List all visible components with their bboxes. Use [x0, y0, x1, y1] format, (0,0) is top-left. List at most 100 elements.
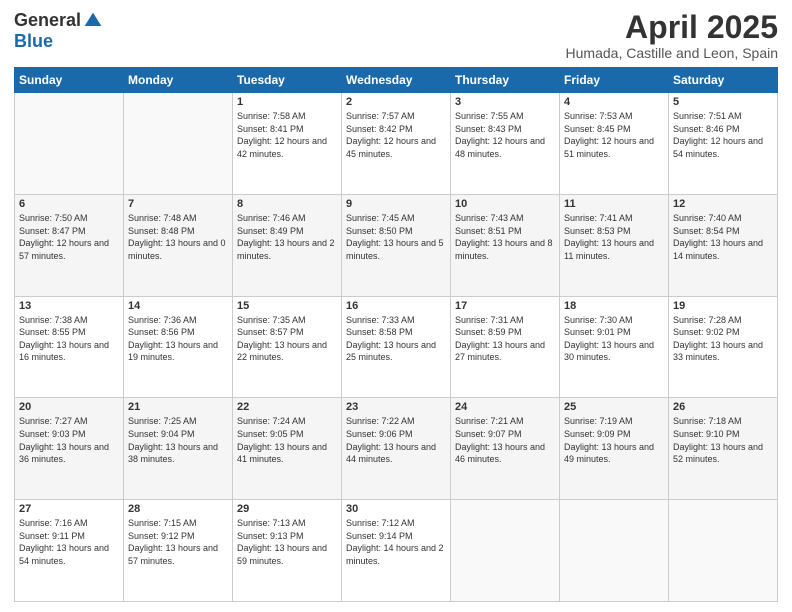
table-row: 23 Sunrise: 7:22 AMSunset: 9:06 PMDayligh…: [342, 398, 451, 500]
day-number: 26: [673, 401, 773, 413]
day-info: Sunrise: 7:24 AMSunset: 9:05 PMDaylight:…: [237, 415, 337, 465]
day-number: 4: [564, 96, 664, 108]
day-number: 19: [673, 300, 773, 312]
day-number: 20: [19, 401, 119, 413]
day-info: Sunrise: 7:33 AMSunset: 8:58 PMDaylight:…: [346, 314, 446, 364]
day-info: Sunrise: 7:35 AMSunset: 8:57 PMDaylight:…: [237, 314, 337, 364]
day-info: Sunrise: 7:16 AMSunset: 9:11 PMDaylight:…: [19, 517, 119, 567]
table-row: 25 Sunrise: 7:19 AMSunset: 9:09 PMDayligh…: [560, 398, 669, 500]
day-number: 2: [346, 96, 446, 108]
header-wednesday: Wednesday: [342, 68, 451, 93]
day-number: 7: [128, 198, 228, 210]
calendar-week-row: 27 Sunrise: 7:16 AMSunset: 9:11 PMDayligh…: [15, 500, 778, 602]
day-number: 13: [19, 300, 119, 312]
page: General Blue April 2025 Humada, Castille…: [0, 0, 792, 612]
day-info: Sunrise: 7:27 AMSunset: 9:03 PMDaylight:…: [19, 415, 119, 465]
table-row: 3Sunrise: 7:55 AMSunset: 8:43 PMDaylight…: [451, 93, 560, 195]
logo-icon: [83, 11, 103, 31]
table-row: [15, 93, 124, 195]
day-number: 5: [673, 96, 773, 108]
table-row: 18 Sunrise: 7:30 AMSunset: 9:01 PMDayligh…: [560, 296, 669, 398]
day-number: 23: [346, 401, 446, 413]
table-row: 6Sunrise: 7:50 AMSunset: 8:47 PMDaylight…: [15, 194, 124, 296]
day-number: 3: [455, 96, 555, 108]
table-row: 17 Sunrise: 7:31 AMSunset: 8:59 PMDayligh…: [451, 296, 560, 398]
day-number: 21: [128, 401, 228, 413]
table-row: 14Sunrise: 7:36 AMSunset: 8:56 PMDayligh…: [124, 296, 233, 398]
table-row: 19 Sunrise: 7:28 AMSunset: 9:02 PMDayligh…: [669, 296, 778, 398]
day-number: 1: [237, 96, 337, 108]
table-row: 2 Sunrise: 7:57 AMSunset: 8:42 PMDaylight…: [342, 93, 451, 195]
calendar-week-row: 20 Sunrise: 7:27 AMSunset: 9:03 PMDayligh…: [15, 398, 778, 500]
day-number: 29: [237, 503, 337, 515]
table-row: 7 Sunrise: 7:48 AMSunset: 8:48 PMDaylight…: [124, 194, 233, 296]
day-info: Sunrise: 7:58 AMSunset: 8:41 PMDaylight:…: [237, 110, 337, 160]
day-info: Sunrise: 7:25 AMSunset: 9:04 PMDaylight:…: [128, 415, 228, 465]
day-info: Sunrise: 7:40 AMSunset: 8:54 PMDaylight:…: [673, 212, 773, 262]
table-row: [669, 500, 778, 602]
day-info: Sunrise: 7:31 AMSunset: 8:59 PMDaylight:…: [455, 314, 555, 364]
day-info: Sunrise: 7:53 AMSunset: 8:45 PMDaylight:…: [564, 110, 664, 160]
day-number: 10: [455, 198, 555, 210]
header-monday: Monday: [124, 68, 233, 93]
calendar: Sunday Monday Tuesday Wednesday Thursday…: [14, 67, 778, 602]
table-row: 28Sunrise: 7:15 AMSunset: 9:12 PMDayligh…: [124, 500, 233, 602]
day-number: 24: [455, 401, 555, 413]
header-sunday: Sunday: [15, 68, 124, 93]
calendar-week-row: 6Sunrise: 7:50 AMSunset: 8:47 PMDaylight…: [15, 194, 778, 296]
location: Humada, Castille and Leon, Spain: [566, 45, 778, 61]
day-info: Sunrise: 7:57 AMSunset: 8:42 PMDaylight:…: [346, 110, 446, 160]
calendar-week-row: 13 Sunrise: 7:38 AMSunset: 8:55 PMDayligh…: [15, 296, 778, 398]
table-row: 24Sunrise: 7:21 AMSunset: 9:07 PMDayligh…: [451, 398, 560, 500]
day-info: Sunrise: 7:41 AMSunset: 8:53 PMDaylight:…: [564, 212, 664, 262]
day-info: Sunrise: 7:43 AMSunset: 8:51 PMDaylight:…: [455, 212, 555, 262]
table-row: 21 Sunrise: 7:25 AMSunset: 9:04 PMDayligh…: [124, 398, 233, 500]
day-number: 30: [346, 503, 446, 515]
table-row: 16Sunrise: 7:33 AMSunset: 8:58 PMDayligh…: [342, 296, 451, 398]
day-info: Sunrise: 7:19 AMSunset: 9:09 PMDaylight:…: [564, 415, 664, 465]
table-row: 4 Sunrise: 7:53 AMSunset: 8:45 PMDaylight…: [560, 93, 669, 195]
table-row: 12 Sunrise: 7:40 AMSunset: 8:54 PMDayligh…: [669, 194, 778, 296]
day-number: 11: [564, 198, 664, 210]
header-saturday: Saturday: [669, 68, 778, 93]
day-info: Sunrise: 7:30 AMSunset: 9:01 PMDaylight:…: [564, 314, 664, 364]
table-row: 30 Sunrise: 7:12 AMSunset: 9:14 PMDayligh…: [342, 500, 451, 602]
header-tuesday: Tuesday: [233, 68, 342, 93]
table-row: 5 Sunrise: 7:51 AMSunset: 8:46 PMDaylight…: [669, 93, 778, 195]
day-info: Sunrise: 7:45 AMSunset: 8:50 PMDaylight:…: [346, 212, 446, 262]
table-row: [560, 500, 669, 602]
day-number: 6: [19, 198, 119, 210]
table-row: [124, 93, 233, 195]
day-number: 25: [564, 401, 664, 413]
table-row: 29 Sunrise: 7:13 AMSunset: 9:13 PMDayligh…: [233, 500, 342, 602]
table-row: 11 Sunrise: 7:41 AMSunset: 8:53 PMDayligh…: [560, 194, 669, 296]
day-info: Sunrise: 7:48 AMSunset: 8:48 PMDaylight:…: [128, 212, 228, 262]
table-row: 1 Sunrise: 7:58 AMSunset: 8:41 PMDaylight…: [233, 93, 342, 195]
day-number: 28: [128, 503, 228, 515]
header-thursday: Thursday: [451, 68, 560, 93]
day-number: 12: [673, 198, 773, 210]
table-row: 22 Sunrise: 7:24 AMSunset: 9:05 PMDayligh…: [233, 398, 342, 500]
table-row: 20 Sunrise: 7:27 AMSunset: 9:03 PMDayligh…: [15, 398, 124, 500]
day-info: Sunrise: 7:28 AMSunset: 9:02 PMDaylight:…: [673, 314, 773, 364]
day-number: 27: [19, 503, 119, 515]
table-row: [451, 500, 560, 602]
day-info: Sunrise: 7:51 AMSunset: 8:46 PMDaylight:…: [673, 110, 773, 160]
day-info: Sunrise: 7:22 AMSunset: 9:06 PMDaylight:…: [346, 415, 446, 465]
day-number: 17: [455, 300, 555, 312]
day-number: 22: [237, 401, 337, 413]
day-info: Sunrise: 7:18 AMSunset: 9:10 PMDaylight:…: [673, 415, 773, 465]
table-row: 9Sunrise: 7:45 AMSunset: 8:50 PMDaylight…: [342, 194, 451, 296]
day-number: 18: [564, 300, 664, 312]
day-info: Sunrise: 7:38 AMSunset: 8:55 PMDaylight:…: [19, 314, 119, 364]
day-number: 8: [237, 198, 337, 210]
table-row: 26 Sunrise: 7:18 AMSunset: 9:10 PMDayligh…: [669, 398, 778, 500]
logo: General Blue: [14, 10, 103, 52]
logo-general: General: [14, 10, 81, 31]
day-info: Sunrise: 7:12 AMSunset: 9:14 PMDaylight:…: [346, 517, 446, 567]
calendar-week-row: 1 Sunrise: 7:58 AMSunset: 8:41 PMDaylight…: [15, 93, 778, 195]
table-row: 13 Sunrise: 7:38 AMSunset: 8:55 PMDayligh…: [15, 296, 124, 398]
table-row: 8Sunrise: 7:46 AMSunset: 8:49 PMDaylight…: [233, 194, 342, 296]
logo-text: General: [14, 10, 103, 31]
day-info: Sunrise: 7:13 AMSunset: 9:13 PMDaylight:…: [237, 517, 337, 567]
